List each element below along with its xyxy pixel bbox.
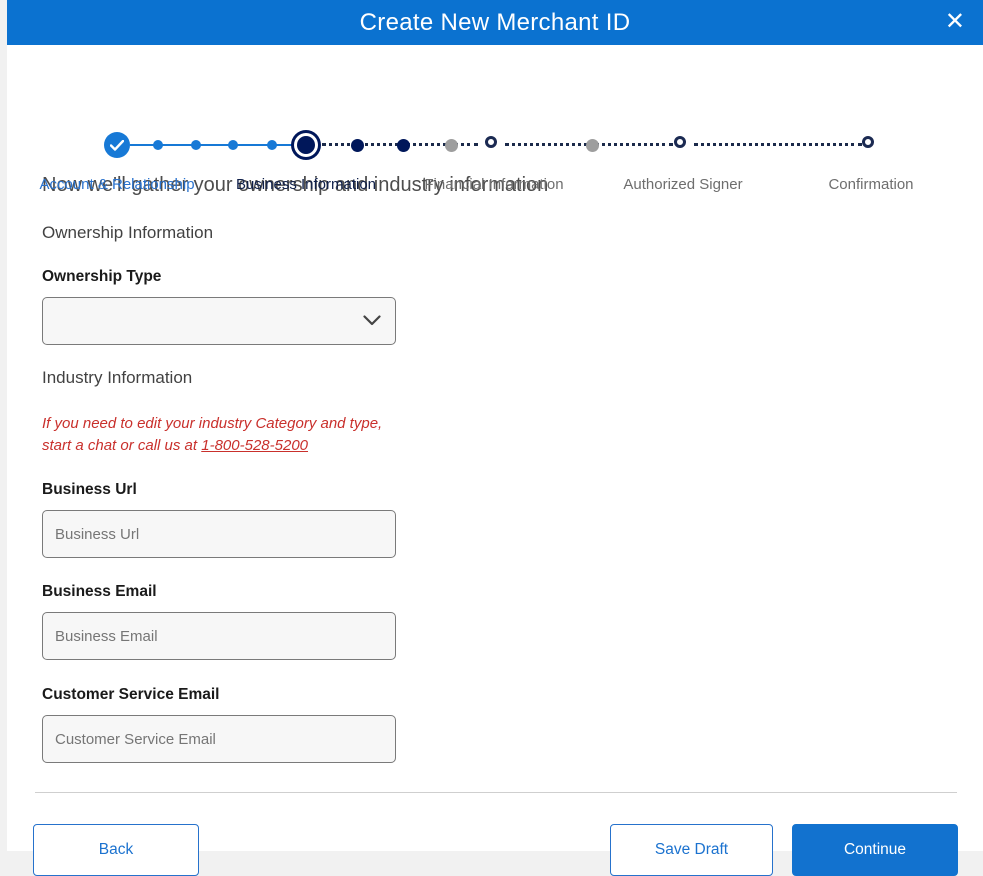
business-email-input[interactable] — [42, 612, 396, 660]
step-label-financial-information[interactable]: Financial Information — [424, 176, 563, 193]
continue-button[interactable]: Continue — [792, 824, 958, 876]
step-financial-information-node[interactable] — [485, 136, 497, 148]
business-url-label: Business Url — [42, 481, 137, 498]
stepper-middot-navy — [351, 139, 364, 152]
modal-title: Create New Merchant ID — [359, 8, 631, 36]
stepper-minidot — [191, 140, 201, 150]
stepper-minidot — [267, 140, 277, 150]
close-icon[interactable]: ✕ — [945, 6, 965, 38]
ownership-type-select[interactable] — [42, 297, 396, 345]
customer-service-email-label: Customer Service Email — [42, 686, 220, 703]
check-icon — [110, 139, 124, 151]
form-content: Now we'll gather your ownership and indu… — [7, 174, 983, 763]
ownership-type-label: Ownership Type — [42, 268, 162, 285]
stepper-middot-gray — [586, 139, 599, 152]
step-label-business-information[interactable]: Business Information — [236, 176, 376, 193]
chevron-down-icon — [363, 315, 381, 326]
step-business-information-node[interactable] — [297, 136, 315, 154]
stepper-connector-4 — [694, 143, 862, 146]
stepper-middot-gray — [445, 139, 458, 152]
stepper-minidot — [153, 140, 163, 150]
industry-note-line1: If you need to edit your industry Catego… — [42, 415, 383, 432]
customer-service-email-input[interactable] — [42, 715, 396, 763]
step-confirmation-node[interactable] — [862, 136, 874, 148]
footer-actions: Back Save Draft Continue — [7, 824, 983, 876]
business-url-input[interactable] — [42, 510, 396, 558]
step-authorized-signer-node[interactable] — [674, 136, 686, 148]
create-merchant-id-modal: Create New Merchant ID ✕ Account & Relat… — [7, 0, 983, 876]
back-button[interactable]: Back — [33, 824, 199, 876]
industry-information-title: Industry Information — [42, 368, 193, 387]
industry-edit-note: If you need to edit your industry Catego… — [42, 413, 983, 457]
step-label-authorized-signer[interactable]: Authorized Signer — [623, 176, 742, 193]
step-label-confirmation[interactable]: Confirmation — [828, 176, 913, 193]
business-email-label: Business Email — [42, 583, 157, 600]
stepper-minidot — [228, 140, 238, 150]
industry-note-line2: start a chat or call us at — [42, 437, 202, 454]
phone-number-link[interactable]: 1-800-528-5200 — [201, 437, 308, 454]
stepper-middot-navy — [397, 139, 410, 152]
footer-divider — [35, 792, 957, 793]
progress-stepper: Account & Relationship Business Informat… — [7, 45, 983, 193]
save-draft-button[interactable]: Save Draft — [610, 824, 773, 876]
step-label-account-relationship[interactable]: Account & Relationship — [39, 176, 194, 193]
ownership-information-title: Ownership Information — [42, 223, 214, 242]
step-account-relationship-node[interactable] — [104, 132, 130, 158]
modal-header: Create New Merchant ID ✕ — [7, 0, 983, 45]
